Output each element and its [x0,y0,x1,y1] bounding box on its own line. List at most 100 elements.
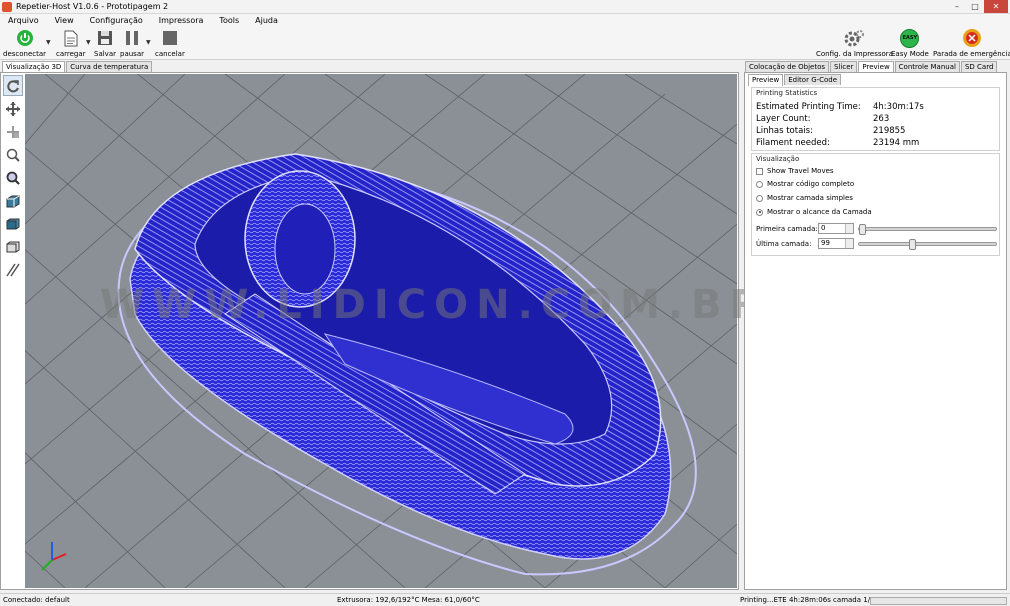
radio-layer-range-label: Mostrar o alcance da Camada [767,208,872,216]
window-controls: – □ ✕ [948,0,1008,13]
menu-tools[interactable]: Tools [211,16,247,25]
cancel-label: cancelar [155,50,185,58]
stat-label-filament: Filament needed: [756,138,830,148]
first-layer-slider-thumb[interactable] [859,224,866,235]
iso-view-button[interactable] [3,190,23,211]
radio-button-selected[interactable] [756,208,763,216]
save-button[interactable]: Salvar [94,29,116,58]
radio-full-code[interactable]: Mostrar código completo [756,180,854,188]
spinner-arrows-icon[interactable] [845,239,853,248]
radio-single-layer[interactable]: Mostrar camada simples [756,194,853,202]
subtab-gcode-editor[interactable]: Editor G-Code [784,74,842,85]
visualization-title: Visualização [756,155,800,163]
show-travel-checkbox[interactable]: Show Travel Moves [756,167,834,175]
stat-value-time: 4h:30m:17s [873,102,924,112]
dropdown-arrow-icon[interactable]: ▼ [146,39,151,46]
temperature-status: Extrusora: 192,6/192°C Mesa: 61,0/60°C [337,596,480,604]
radio-button[interactable] [756,194,763,202]
last-layer-spinner[interactable]: 99 [818,238,854,249]
disconnect-button[interactable]: desconectar [3,29,46,58]
first-layer-spinner[interactable]: 0 [818,223,854,234]
stat-label-time: Estimated Printing Time: [756,102,861,112]
zoom-fit-button[interactable] [3,167,23,188]
save-label: Salvar [94,50,116,58]
last-layer-value: 99 [821,239,830,247]
front-view-button[interactable] [3,213,23,234]
last-layer-slider-thumb[interactable] [908,239,916,250]
rotate-view-button[interactable] [3,75,23,96]
move-view-button[interactable] [3,98,23,119]
load-button[interactable]: carregar [56,29,86,58]
first-layer-slider[interactable] [858,224,997,235]
menu-bar: Arquivo View Configuração Impressora Too… [0,14,1010,27]
easy-mode-label: Easy Mode [891,50,929,58]
title-bar: Repetier-Host V1.0.6 - Prototipagem 2 – … [0,0,1010,14]
preview-subtabs: Preview Editor G-Code [748,74,842,86]
printing-statistics-title: Printing Statistics [756,89,818,97]
dropdown-arrow-icon[interactable]: ▼ [46,39,51,46]
menu-view[interactable]: View [47,16,82,25]
move-object-button[interactable] [3,121,23,142]
pause-button[interactable]: pausar [120,29,144,58]
dropdown-arrow-icon[interactable]: ▼ [86,39,91,46]
menu-ajuda[interactable]: Ajuda [247,16,286,25]
pause-icon [124,29,140,47]
last-layer-slider[interactable] [858,239,997,250]
stat-label-layers: Layer Count: [756,114,811,124]
toolbar: desconectar ▼ carregar ▼ Salvar pausar ▼… [0,27,1010,60]
disconnect-label: desconectar [3,50,47,58]
close-button[interactable]: ✕ [984,0,1008,13]
visualization-group: Visualização Show Travel Moves Mostrar c… [751,153,1000,256]
subtab-preview[interactable]: Preview [748,74,784,86]
tab-sd-card[interactable]: SD Card [960,61,998,72]
cancel-button[interactable]: cancelar [155,29,185,58]
emergency-stop-icon [962,29,982,47]
radio-layer-range[interactable]: Mostrar o alcance da Camada [756,208,872,216]
menu-impressora[interactable]: Impressora [151,16,212,25]
status-bar: Conectado: default Extrusora: 192,6/192°… [0,593,1010,606]
first-layer-value: 0 [821,224,826,232]
tab-slicer[interactable]: Slicer [830,61,858,72]
minimize-button[interactable]: – [948,0,966,13]
easy-mode-button[interactable]: EASY Easy Mode [891,28,929,58]
tab-temperature-curve[interactable]: Curva de temperatura [66,61,153,72]
cube-top-icon [6,241,20,252]
view-tools [2,75,24,282]
stop-icon [162,29,178,47]
emergency-stop-button[interactable]: Parada de emergência [933,29,1010,58]
menu-arquivo[interactable]: Arquivo [0,16,47,25]
top-view-button[interactable] [3,236,23,257]
parallel-lines-icon [6,263,20,276]
pause-label: pausar [120,50,144,58]
spinner-arrows-icon[interactable] [845,224,853,233]
zoom-fit-icon [6,171,20,185]
stat-value-layers: 263 [873,114,890,124]
power-icon [16,29,34,47]
easy-badge: EASY [900,28,920,48]
connection-status: Conectado: default [3,596,70,604]
checkbox-box[interactable] [756,167,763,175]
tab-manual-control[interactable]: Controle Manual [894,61,960,72]
last-layer-label: Última camada: [756,240,812,248]
tab-object-placement[interactable]: Colocação de Objetos [745,61,830,72]
printing-status: Printing...ETE 4h:28m:06s camada 1/263 [740,596,884,604]
axis-gizmo-icon [41,542,67,571]
window-title: Repetier-Host V1.0.6 - Prototipagem 2 [16,2,169,11]
menu-configuracao[interactable]: Configuração [82,16,151,25]
left-tab-strip: Visualização 3D Curva de temperatura [2,61,153,73]
stat-value-filament: 23194 mm [873,138,920,148]
zoom-button[interactable] [3,144,23,165]
move-icon [6,101,20,116]
stat-value-lines: 219855 [873,126,906,136]
print-progress-bar [870,597,1007,605]
rotate-icon [7,79,19,92]
radio-full-code-label: Mostrar código completo [767,180,855,188]
emergency-stop-label: Parada de emergência [933,50,1010,58]
radio-button[interactable] [756,180,763,188]
printing-statistics-group: Printing Statistics Estimated Printing T… [751,87,1000,151]
printer-config-button[interactable]: Config. da Impressora [816,29,893,58]
3d-scene[interactable] [25,74,737,588]
maximize-button[interactable]: □ [966,0,984,13]
parallel-view-button[interactable] [3,259,23,280]
show-travel-label: Show Travel Moves [767,167,834,175]
